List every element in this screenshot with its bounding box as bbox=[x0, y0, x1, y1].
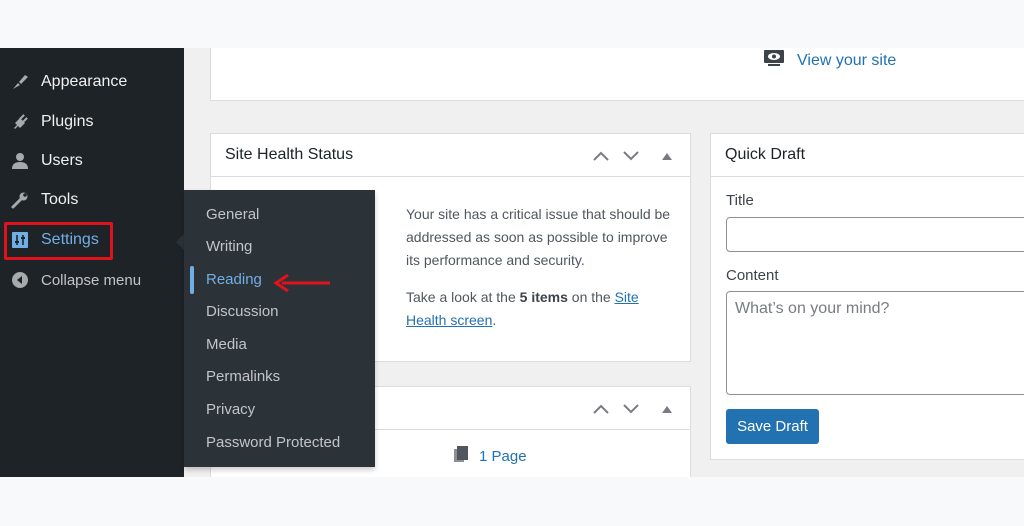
view-site-link[interactable]: View your site bbox=[763, 48, 896, 73]
submenu-item-permalinks[interactable]: Permalinks bbox=[206, 366, 280, 388]
admin-sidebar: Appearance Plugins Users Tools Settings bbox=[0, 48, 184, 477]
paintbrush-icon bbox=[10, 72, 30, 92]
move-up-button[interactable] bbox=[590, 399, 612, 419]
chevron-down-icon bbox=[623, 151, 639, 161]
health-message: Your site has a critical issue that shou… bbox=[406, 203, 681, 332]
sidebar-item-label: Tools bbox=[41, 191, 79, 208]
widget-title: Site Health Status bbox=[225, 146, 354, 163]
move-down-button[interactable] bbox=[620, 399, 642, 419]
page-count-label: 1 Page bbox=[479, 447, 527, 465]
monitor-eye-icon bbox=[763, 48, 785, 73]
user-icon bbox=[10, 151, 30, 171]
items-count: 5 items bbox=[519, 289, 568, 305]
move-up-button[interactable] bbox=[590, 146, 612, 166]
submenu-item-media[interactable]: Media bbox=[206, 334, 247, 356]
triangle-up-icon bbox=[662, 153, 672, 160]
sidebar-item-users[interactable]: Users bbox=[0, 143, 184, 179]
submenu-item-general[interactable]: General bbox=[206, 204, 259, 226]
wp-admin-dashboard: Appearance Plugins Users Tools Settings bbox=[0, 48, 1024, 477]
health-status-text: Your site has a critical issue that shou… bbox=[406, 206, 671, 268]
sidebar-item-label: Appearance bbox=[41, 73, 128, 90]
draft-title-input[interactable] bbox=[726, 217, 1024, 252]
settings-highlight-box bbox=[4, 222, 113, 260]
submenu-item-password-protected[interactable]: Password Protected bbox=[206, 432, 340, 454]
settings-submenu: General Writing Reading Discussion Media… bbox=[184, 190, 375, 467]
view-site-label: View your site bbox=[797, 51, 897, 69]
page-count-link[interactable]: 1 Page bbox=[453, 445, 527, 467]
move-down-button[interactable] bbox=[620, 146, 642, 166]
widget-title: Quick Draft bbox=[725, 146, 806, 163]
sidebar-item-appearance[interactable]: Appearance bbox=[0, 64, 184, 100]
red-arrow-annotation bbox=[273, 273, 330, 293]
current-item-marker bbox=[190, 266, 194, 294]
submenu-item-privacy[interactable]: Privacy bbox=[206, 399, 255, 421]
widget-header: Quick Draft bbox=[711, 134, 1024, 177]
triangle-up-icon bbox=[662, 406, 672, 413]
health-items-text: Take a look at the 5 items on the Site H… bbox=[406, 289, 639, 328]
flyout-caret bbox=[176, 234, 184, 250]
chevron-up-icon bbox=[593, 404, 609, 414]
widget-header: Site Health Status bbox=[211, 134, 690, 177]
toggle-panel-button[interactable] bbox=[656, 146, 678, 166]
sidebar-item-tools[interactable]: Tools bbox=[0, 182, 184, 218]
welcome-panel: View your site bbox=[210, 48, 1024, 101]
submenu-item-writing[interactable]: Writing bbox=[206, 236, 252, 258]
content-label: Content bbox=[726, 267, 779, 284]
submenu-item-reading[interactable]: Reading bbox=[206, 269, 262, 291]
wrench-icon bbox=[10, 190, 30, 210]
chevron-down-icon bbox=[623, 404, 639, 414]
chevron-up-icon bbox=[593, 151, 609, 161]
pages-icon bbox=[453, 445, 469, 467]
sidebar-item-plugins[interactable]: Plugins bbox=[0, 104, 184, 140]
quick-draft-widget: Quick Draft Title Content Save Draft bbox=[710, 133, 1024, 460]
sidebar-item-label: Plugins bbox=[41, 113, 94, 130]
save-draft-button[interactable]: Save Draft bbox=[726, 409, 819, 444]
collapse-icon bbox=[10, 270, 30, 290]
submenu-item-discussion[interactable]: Discussion bbox=[206, 301, 279, 323]
toggle-panel-button[interactable] bbox=[656, 399, 678, 419]
title-label: Title bbox=[726, 192, 754, 209]
sidebar-item-label: Users bbox=[41, 152, 83, 169]
plugin-icon bbox=[10, 112, 30, 132]
draft-content-input[interactable] bbox=[726, 291, 1024, 395]
collapse-menu-button[interactable]: Collapse menu bbox=[0, 262, 184, 298]
sidebar-item-label: Collapse menu bbox=[41, 271, 142, 289]
